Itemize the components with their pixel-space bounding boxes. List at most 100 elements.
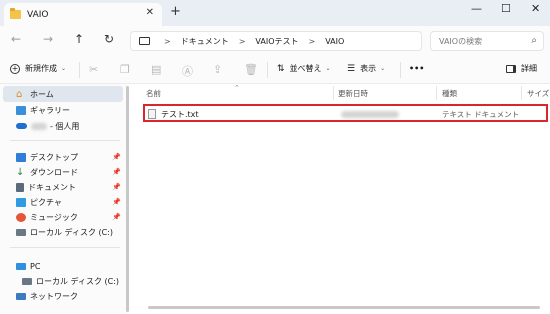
sidebar-item-pc[interactable]: PC [16,259,40,273]
sidebar-item-label: ギャラリー [30,105,70,115]
column-header-size[interactable]: サイズ [527,88,549,99]
horizontal-scrollbar[interactable] [148,306,540,309]
folder-icon [10,8,21,19]
sidebar-item-local-disk[interactable]: ローカル ディスク (C:) [16,225,113,239]
details-pane-button[interactable]: 詳細 [506,63,537,74]
sidebar-item-label: ミュージック [30,212,78,222]
cloud-icon [16,123,27,129]
command-bar: + 新規作成 ⌄ ✂ ❐ ▤ Ⓐ ⇪ 🗑 ⇅ 並べ替え ⌄ ☰ 表示 ⌄ •••… [0,56,550,84]
sidebar-item-label: ローカル ディスク (C:) [36,276,120,286]
new-button-label: 新規作成 [25,64,57,73]
pin-icon: 📌 [112,168,121,176]
search-icon: ⌕ [531,35,537,46]
sort-button-label: 並べ替え [289,64,322,73]
computer-icon [139,37,150,45]
drive-icon [22,277,32,285]
pin-icon: 📌 [112,183,121,191]
search-box[interactable]: VAIOの検索 ⌕ [430,31,544,51]
blurred-account-name [31,122,47,130]
pictures-icon [16,197,26,207]
sidebar-item-downloads[interactable]: ↓ ダウンロード [16,165,78,179]
sidebar-item-label: ローカル ディスク (C:) [30,227,114,237]
sidebar-item-music[interactable]: ミュージック [16,210,78,224]
sidebar-item-label: ダウンロード [30,167,78,177]
desktop-icon [16,152,26,162]
highlight-box [143,104,548,122]
refresh-button[interactable]: ↻ [104,32,114,46]
view-button[interactable]: ☰ 表示 ⌄ [347,63,385,74]
sidebar-item-home[interactable]: ⌂ ホーム [16,87,54,101]
breadcrumb-vaio-test[interactable]: VAIOテスト [255,36,298,47]
tab-close-icon[interactable]: ✕ [146,7,154,18]
tab-title: VAIO [27,9,49,20]
sidebar-item-gallery[interactable]: ギャラリー [16,103,70,117]
toolbar-divider [267,62,268,78]
maximize-button[interactable]: ☐ [501,2,511,15]
details-pane-icon [506,64,516,73]
column-header-type[interactable]: 種類 [442,88,457,99]
forward-button[interactable]: → [43,32,53,46]
tab-vaio[interactable]: VAIO ✕ [4,3,162,26]
chevron-down-icon: ⌄ [380,65,386,72]
sidebar-item-onedrive[interactable]: - 個人用 [16,119,79,133]
column-divider [521,86,522,100]
rename-icon[interactable]: Ⓐ [182,63,193,79]
sidebar-item-label: デスクトップ [30,152,78,162]
paste-icon[interactable]: ▤ [151,63,161,76]
new-tab-button[interactable]: + [170,4,181,19]
delete-icon[interactable]: 🗑 [244,63,258,76]
network-icon [16,292,26,300]
sidebar-item-network[interactable]: ネットワーク [16,289,78,303]
sidebar-item-pc-local-disk[interactable]: ローカル ディスク (C:) [22,274,119,288]
column-divider [333,86,334,100]
minimize-button[interactable]: — [471,2,482,15]
chevron-down-icon: ⌄ [325,65,331,72]
sidebar-scrollbar[interactable] [126,86,129,312]
up-button[interactable]: ↑ [74,32,84,46]
breadcrumb-documents[interactable]: ドキュメント [181,36,229,47]
column-header-modified[interactable]: 更新日時 [338,88,368,99]
breadcrumb-vaio[interactable]: VAIO [325,37,344,46]
sidebar-item-label: - 個人用 [50,121,80,131]
cut-icon[interactable]: ✂ [89,63,98,76]
breadcrumb-separator: > [164,36,171,46]
sidebar-divider [10,140,120,141]
sort-button[interactable]: ⇅ 並べ替え ⌄ [277,63,331,74]
sidebar-item-documents[interactable]: ドキュメント [16,180,76,194]
back-button[interactable]: ← [11,32,21,46]
sidebar-item-label: ホーム [30,89,54,99]
share-icon[interactable]: ⇪ [213,63,222,76]
home-icon: ⌂ [16,88,23,100]
new-button[interactable]: + 新規作成 ⌄ [10,63,66,74]
music-icon [16,212,26,222]
pin-icon: 📌 [112,198,121,206]
close-button[interactable]: ✕ [531,2,540,15]
sidebar-item-label: PC [30,261,41,271]
copy-icon[interactable]: ❐ [120,63,130,76]
sort-indicator-icon: ⌃ [234,84,240,92]
navigation-pane: ⌂ ホーム ギャラリー - 個人用 デスクトップ 📌 ↓ ダウンロード 📌 ドキ… [0,84,127,314]
view-button-label: 表示 [360,64,377,73]
pin-icon: 📌 [112,153,121,161]
pin-icon: 📌 [112,213,121,221]
column-header-name[interactable]: 名前 [146,88,161,99]
breadcrumb-separator: > [238,36,246,46]
more-options-button[interactable]: ••• [409,64,424,73]
breadcrumb-separator: > [308,36,316,46]
view-icon: ☰ [347,63,356,74]
computer-icon [16,262,26,270]
gallery-icon [16,105,26,115]
search-input[interactable]: VAIOの検索 [439,36,482,47]
sort-icon: ⇅ [277,63,285,74]
chevron-down-icon: ⌄ [61,65,67,72]
download-icon: ↓ [16,166,25,178]
toolbar-divider [400,62,401,78]
file-list: ⌃ 名前 更新日時 種類 サイズ テスト.txt テキスト ドキュメント [130,84,550,314]
sidebar-divider [10,247,120,248]
sidebar-item-label: ドキュメント [28,182,76,192]
address-bar[interactable]: > ドキュメント > VAIOテスト > VAIO [130,31,422,51]
sidebar-item-desktop[interactable]: デスクトップ [16,150,78,164]
drive-icon [16,228,26,236]
sidebar-item-pictures[interactable]: ピクチャ [16,195,62,209]
sidebar-item-label: ピクチャ [30,197,62,207]
